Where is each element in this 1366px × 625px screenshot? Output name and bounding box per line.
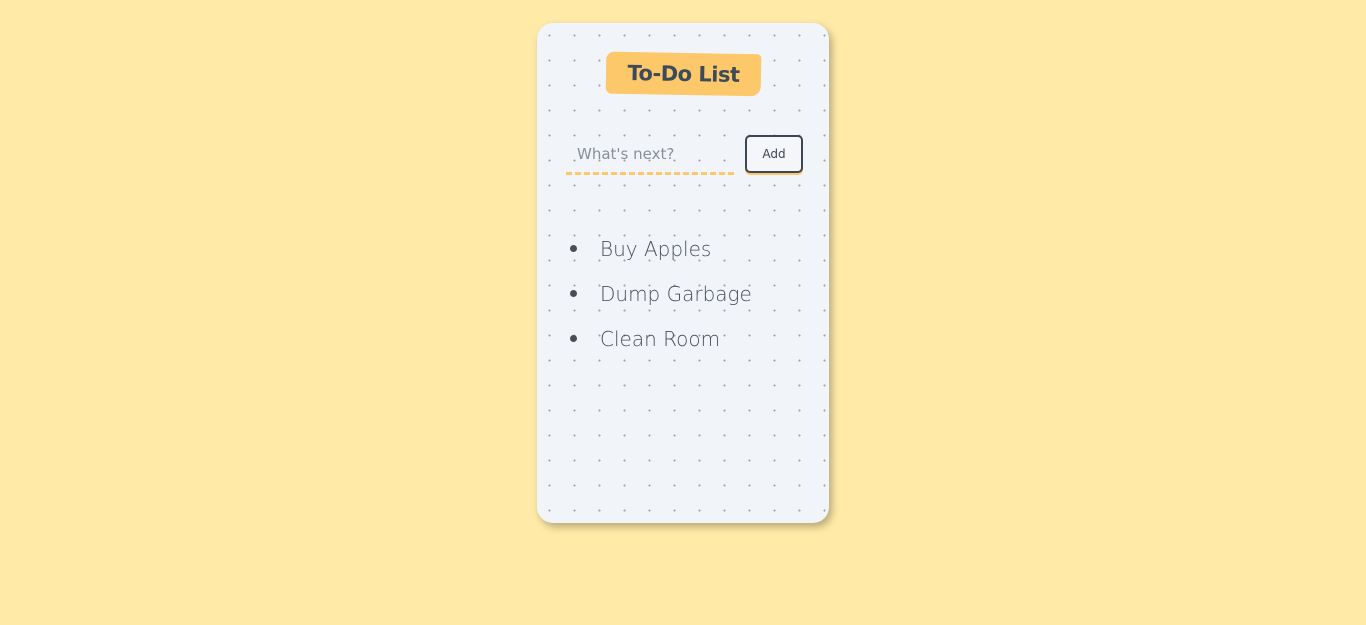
list-item[interactable]: Buy Apples [570, 226, 752, 271]
list-item-label: Clean Room [600, 326, 721, 351]
bullet-icon [570, 335, 577, 342]
title-badge: To-Do List [605, 51, 762, 97]
todo-list: Buy Apples Dump Garbage Clean Room [570, 226, 752, 361]
list-item[interactable]: Dump Garbage [570, 271, 752, 316]
bullet-icon [570, 290, 577, 297]
add-task-form: Add [566, 135, 803, 179]
todo-card: To-Do List Add Buy Apples Dump Garbage C… [537, 23, 829, 523]
add-button[interactable]: Add [745, 135, 803, 173]
list-item-label: Dump Garbage [600, 281, 752, 306]
bullet-icon [570, 245, 577, 252]
list-item-label: Buy Apples [600, 236, 712, 261]
task-input[interactable] [566, 135, 734, 175]
list-item[interactable]: Clean Room [570, 316, 752, 361]
page-title: To-Do List [627, 61, 740, 87]
